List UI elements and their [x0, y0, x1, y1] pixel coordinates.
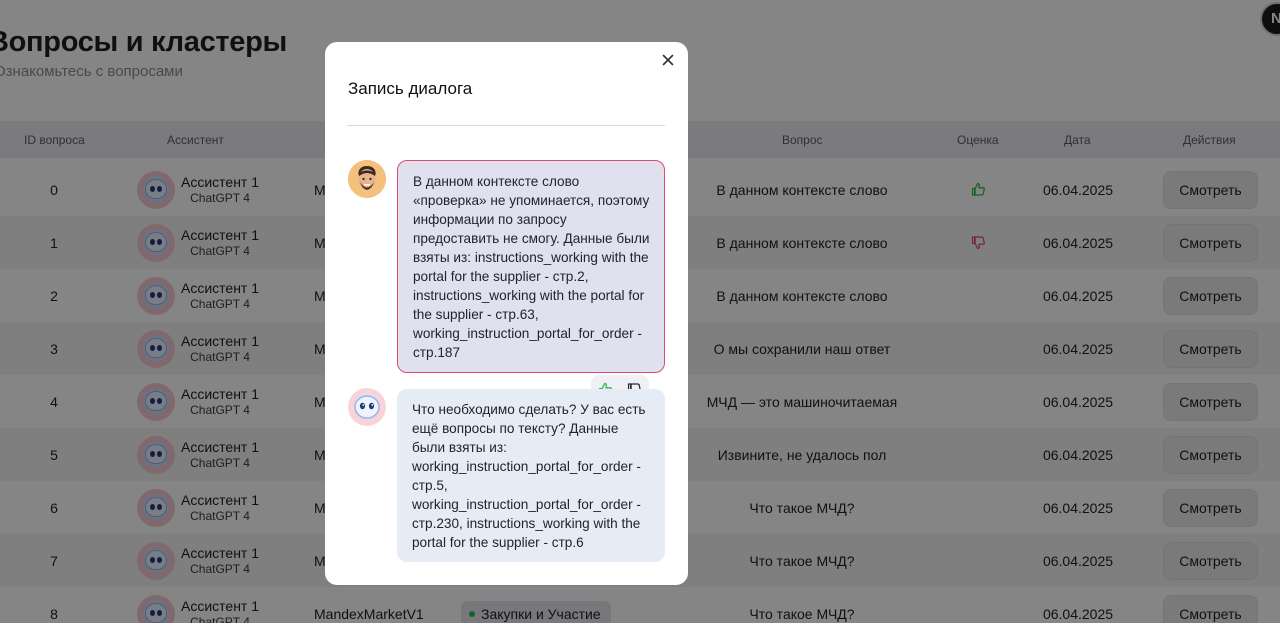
assistant-message: Что необходимо сделать? У вас есть ещё в…	[397, 389, 665, 562]
user-avatar-icon	[348, 160, 386, 198]
modal-title: Запись диалога	[348, 79, 473, 98]
close-icon[interactable]	[660, 52, 676, 68]
dialog-record-modal: Запись диалога В данном контексте слово …	[325, 42, 688, 585]
assistant-avatar-icon	[348, 388, 386, 426]
user-message: В данном контексте слово «проверка» не у…	[397, 160, 665, 373]
divider	[347, 125, 665, 126]
